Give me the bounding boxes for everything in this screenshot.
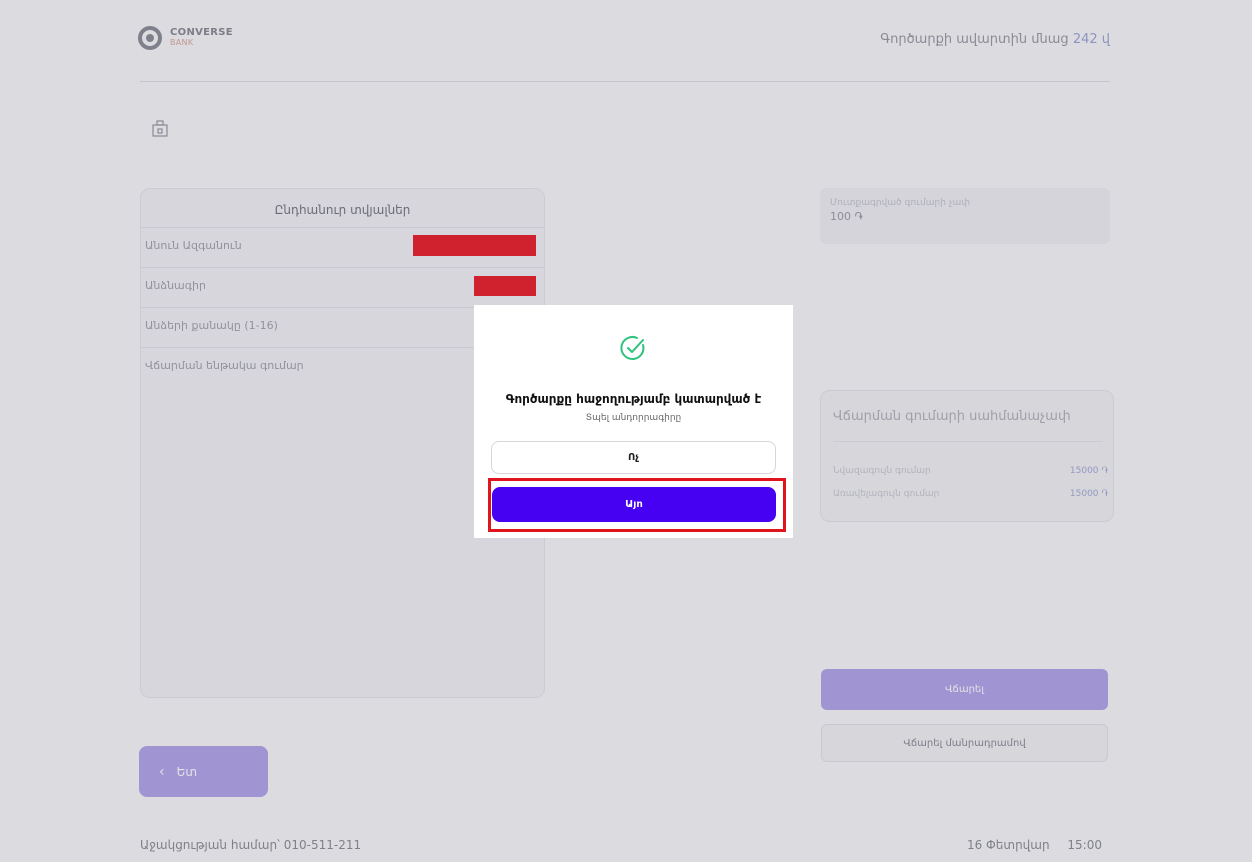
dialog-title: Գործարքը հաջողությամբ կատարված է bbox=[505, 392, 762, 406]
yes-button[interactable]: Այո bbox=[492, 487, 776, 522]
success-dialog: Գործարքը հաջողությամբ կատարված է Տպել ան… bbox=[474, 305, 793, 538]
no-button[interactable]: Ոչ bbox=[491, 441, 776, 474]
success-check-icon bbox=[620, 336, 645, 360]
dialog-subtitle: Տպել անդորրագիրը bbox=[585, 413, 682, 423]
